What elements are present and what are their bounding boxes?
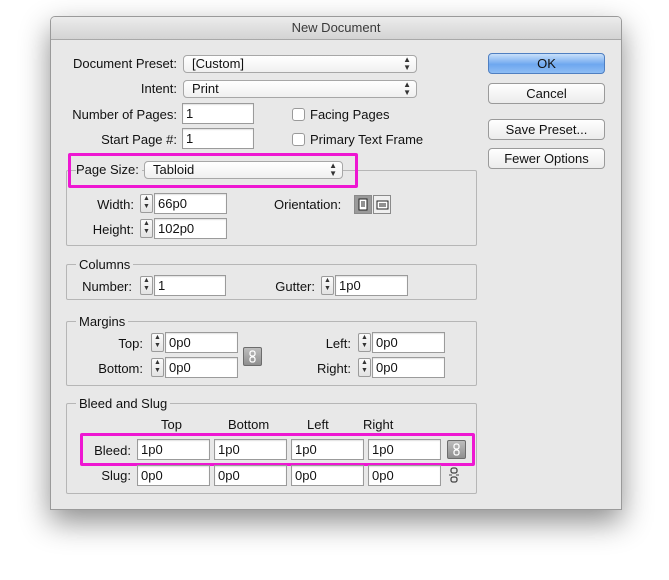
columns-number-label: Number: (82, 279, 132, 294)
bleed-header-top: Top (161, 417, 182, 432)
columns-number-input[interactable]: 1 (154, 275, 226, 296)
height-input[interactable]: 102p0 (154, 218, 227, 239)
portrait-page-icon (358, 198, 368, 211)
save-preset-button[interactable]: Save Preset... (488, 119, 605, 140)
updown-arrows-icon: ▲ ▼ (403, 80, 411, 97)
columns-title: Columns (76, 257, 134, 272)
primary-text-frame-checkbox[interactable] (292, 133, 305, 146)
width-label: Width: (97, 197, 134, 212)
intent-select[interactable]: Print ▲ ▼ (183, 80, 417, 98)
gutter-stepper[interactable]: ▲ ▼ (321, 276, 334, 295)
height-label: Height: (92, 222, 134, 237)
width-stepper[interactable]: ▲ ▼ (140, 194, 153, 213)
bleed-header-bottom: Bottom (228, 417, 270, 432)
portrait-orientation-button[interactable] (354, 195, 372, 214)
new-document-dialog: New Document Document Preset: [Custom] ▲… (50, 16, 622, 510)
margin-top-label: Top: (118, 336, 143, 351)
cancel-button[interactable]: Cancel (488, 83, 605, 104)
height-stepper[interactable]: ▲ ▼ (140, 219, 153, 238)
margin-top-stepper[interactable]: ▲ ▼ (151, 333, 164, 352)
updown-arrows-icon: ▲ ▼ (329, 161, 337, 178)
document-preset-label: Document Preset: (72, 56, 177, 71)
page-size-label: Page Size: (76, 162, 142, 177)
margin-left-input[interactable]: 0p0 (372, 332, 445, 353)
dialog-title: New Document (51, 17, 621, 40)
chain-link-icon (249, 350, 256, 363)
slug-bottom-input[interactable]: 0p0 (214, 465, 287, 486)
bleed-right-input[interactable]: 1p0 (368, 439, 441, 460)
facing-pages-label: Facing Pages (310, 107, 390, 122)
bleed-bottom-input[interactable]: 1p0 (214, 439, 287, 460)
slug-link-button[interactable] (448, 467, 462, 483)
document-preset-select[interactable]: [Custom] ▲ ▼ (183, 55, 417, 73)
bleed-link-button[interactable] (447, 440, 466, 459)
chain-link-icon (453, 443, 460, 456)
margin-right-label: Right: (317, 361, 351, 376)
bleed-left-input[interactable]: 1p0 (291, 439, 364, 460)
gutter-input[interactable]: 1p0 (335, 275, 408, 296)
facing-pages-checkbox[interactable] (292, 108, 305, 121)
margin-top-input[interactable]: 0p0 (165, 332, 238, 353)
slug-label: Slug: (101, 468, 131, 483)
width-input[interactable]: 66p0 (154, 193, 227, 214)
margin-bottom-stepper[interactable]: ▲ ▼ (151, 358, 164, 377)
slug-top-input[interactable]: 0p0 (137, 465, 210, 486)
document-preset-value: [Custom] (192, 56, 245, 71)
bleed-label: Bleed: (94, 443, 131, 458)
bleed-header-right: Right (363, 417, 394, 432)
page-size-value: Tabloid (153, 162, 195, 177)
broken-chain-link-icon (449, 467, 459, 483)
margin-left-label: Left: (325, 336, 351, 351)
primary-text-frame-label: Primary Text Frame (310, 132, 424, 147)
orientation-label: Orientation: (274, 197, 342, 212)
start-page-input[interactable]: 1 (182, 128, 254, 149)
page-size-select[interactable]: Tabloid ▲ ▼ (144, 161, 343, 179)
margins-title: Margins (76, 314, 129, 329)
bleed-header-left: Left (307, 417, 329, 432)
number-of-pages-input[interactable]: 1 (182, 103, 254, 124)
slug-right-input[interactable]: 0p0 (368, 465, 441, 486)
bleed-slug-title: Bleed and Slug (76, 396, 171, 411)
slug-left-input[interactable]: 0p0 (291, 465, 364, 486)
margin-bottom-label: Bottom: (98, 361, 143, 376)
gutter-label: Gutter: (275, 279, 315, 294)
margin-left-stepper[interactable]: ▲ ▼ (358, 333, 371, 352)
margin-bottom-input[interactable]: 0p0 (165, 357, 238, 378)
intent-value: Print (192, 81, 219, 96)
fewer-options-button[interactable]: Fewer Options (488, 148, 605, 169)
margin-right-input[interactable]: 0p0 (372, 357, 445, 378)
margin-link-button[interactable] (243, 347, 262, 366)
landscape-orientation-button[interactable] (373, 195, 391, 214)
updown-arrows-icon: ▲ ▼ (403, 55, 411, 72)
columns-number-stepper[interactable]: ▲ ▼ (140, 276, 153, 295)
landscape-page-icon (376, 200, 388, 209)
margin-right-stepper[interactable]: ▲ ▼ (358, 358, 371, 377)
ok-button[interactable]: OK (488, 53, 605, 74)
intent-label: Intent: (140, 81, 177, 96)
bleed-top-input[interactable]: 1p0 (137, 439, 210, 460)
start-page-label: Start Page #: (101, 132, 177, 147)
number-of-pages-label: Number of Pages: (72, 107, 177, 122)
